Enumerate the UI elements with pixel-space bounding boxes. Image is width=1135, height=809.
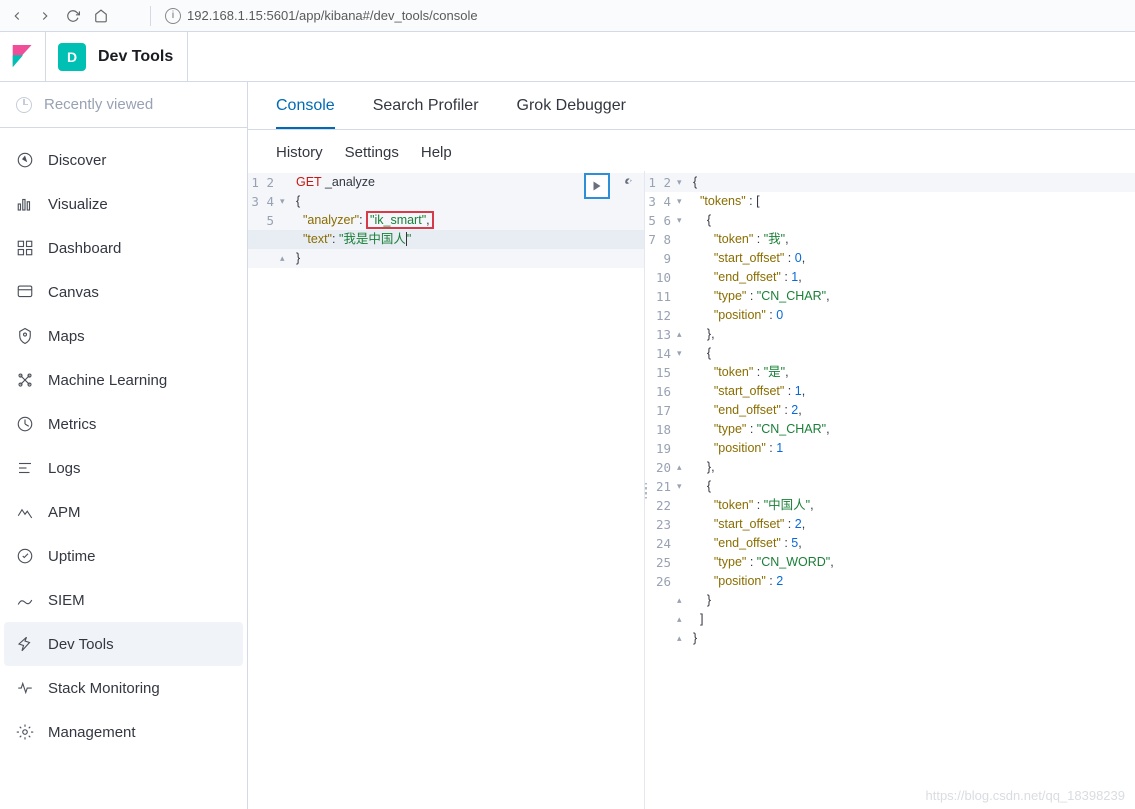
tab-console[interactable]: Console: [276, 97, 335, 129]
sidebar-item-label: SIEM: [48, 592, 85, 609]
sidebar-item-maps[interactable]: Maps: [0, 314, 247, 358]
sidebar-item-apm[interactable]: APM: [0, 490, 247, 534]
main-panel: Console Search Profiler Grok Debugger Hist…: [248, 82, 1135, 809]
browser-forward-icon[interactable]: [36, 7, 54, 25]
sidebar-item-label: Management: [48, 724, 136, 741]
sidebar-item-label: Logs: [48, 460, 81, 477]
app-badge: D: [58, 43, 86, 71]
tab-search-profiler[interactable]: Search Profiler: [373, 97, 479, 129]
watermark: https://blog.csdn.net/qq_18398239: [926, 788, 1126, 803]
response-fold-col: ▾ ▾ ▾ ▴ ▾ ▴ ▾ ▴ ▴ ▴: [677, 173, 689, 667]
page-title: Dev Tools: [98, 48, 173, 66]
sidebar-item-dev-tools[interactable]: Dev Tools: [4, 622, 243, 666]
sidebar-item-label: Metrics: [48, 416, 96, 433]
sidebar-item-label: APM: [48, 504, 81, 521]
tab-grok-debugger[interactable]: Grok Debugger: [517, 97, 626, 129]
nav-icon: [16, 195, 34, 213]
sidebar-item-label: Maps: [48, 328, 85, 345]
sidebar-item-label: Uptime: [48, 548, 96, 565]
nav-icon: [16, 371, 34, 389]
nav-icon: [16, 503, 34, 521]
request-editor[interactable]: 1 2 3 4 5 ▾ ▴ GET _analyze { "analyzer":…: [248, 171, 644, 809]
nav-icon: [16, 679, 34, 697]
nav-icon: [16, 635, 34, 653]
sidebar-item-uptime[interactable]: Uptime: [0, 534, 247, 578]
send-request-button[interactable]: [584, 173, 610, 199]
response-editor[interactable]: ⋮⋮ 1 2 3 4 5 6 7 8 9 10 11 12 13 14 15 1…: [644, 171, 1135, 809]
request-gutter: 1 2 3 4 5: [248, 173, 280, 268]
response-code: { "tokens" : [ { "token" : "我", "start_o…: [689, 173, 834, 667]
nav-icon: [16, 459, 34, 477]
response-gutter: 1 2 3 4 5 6 7 8 9 10 11 12 13 14 15 16 1…: [645, 173, 677, 667]
nav-icon: [16, 591, 34, 609]
url-text: 192.168.1.15:5601/app/kibana#/dev_tools/…: [187, 8, 478, 23]
nav-icon: [16, 415, 34, 433]
sidebar-item-metrics[interactable]: Metrics: [0, 402, 247, 446]
nav-icon: [16, 283, 34, 301]
pane-resize-handle[interactable]: ⋮⋮: [639, 486, 654, 494]
toolbar-settings[interactable]: Settings: [345, 144, 399, 161]
nav-icon: [16, 239, 34, 257]
nav-icon: [16, 723, 34, 741]
sidebar-item-label: Visualize: [48, 196, 108, 213]
sidebar-item-label: Dev Tools: [48, 636, 114, 653]
sidebar-item-canvas[interactable]: Canvas: [0, 270, 247, 314]
sidebar: Recently viewed Discover Visualize Dashboa…: [0, 82, 248, 809]
sidebar-item-logs[interactable]: Logs: [0, 446, 247, 490]
sidebar-item-visualize[interactable]: Visualize: [0, 182, 247, 226]
sidebar-item-label: Canvas: [48, 284, 99, 301]
toolbar-help[interactable]: Help: [421, 144, 452, 161]
nav-icon: [16, 547, 34, 565]
request-fold-col: ▾ ▴: [280, 173, 292, 268]
site-info-icon[interactable]: i: [165, 8, 181, 24]
clock-icon: [16, 97, 32, 113]
recently-viewed-label: Recently viewed: [44, 96, 153, 113]
browser-refresh-icon[interactable]: [64, 7, 82, 25]
sidebar-item-stack-monitoring[interactable]: Stack Monitoring: [0, 666, 247, 710]
nav-icon: [16, 327, 34, 345]
browser-home-icon[interactable]: [92, 7, 110, 25]
request-code[interactable]: GET _analyze { "analyzer": "ik_smart", "…: [292, 173, 434, 268]
app-header: D Dev Tools: [0, 32, 1135, 82]
recently-viewed[interactable]: Recently viewed: [0, 82, 247, 128]
console-toolbar: History Settings Help: [248, 130, 1135, 171]
toolbar-history[interactable]: History: [276, 144, 323, 161]
sidebar-item-siem[interactable]: SIEM: [0, 578, 247, 622]
sidebar-item-label: Discover: [48, 152, 106, 169]
sidebar-item-dashboard[interactable]: Dashboard: [0, 226, 247, 270]
browser-bar: i 192.168.1.15:5601/app/kibana#/dev_tool…: [0, 0, 1135, 32]
request-options-icon[interactable]: [614, 173, 636, 195]
sidebar-item-management[interactable]: Management: [0, 710, 247, 754]
kibana-logo-icon[interactable]: [0, 32, 46, 82]
sidebar-item-label: Stack Monitoring: [48, 680, 160, 697]
tabs: Console Search Profiler Grok Debugger: [248, 82, 1135, 130]
nav-icon: [16, 151, 34, 169]
sidebar-item-machine-learning[interactable]: Machine Learning: [0, 358, 247, 402]
sidebar-item-label: Machine Learning: [48, 372, 167, 389]
sidebar-item-discover[interactable]: Discover: [0, 138, 247, 182]
sidebar-item-label: Dashboard: [48, 240, 121, 257]
browser-back-icon[interactable]: [8, 7, 26, 25]
